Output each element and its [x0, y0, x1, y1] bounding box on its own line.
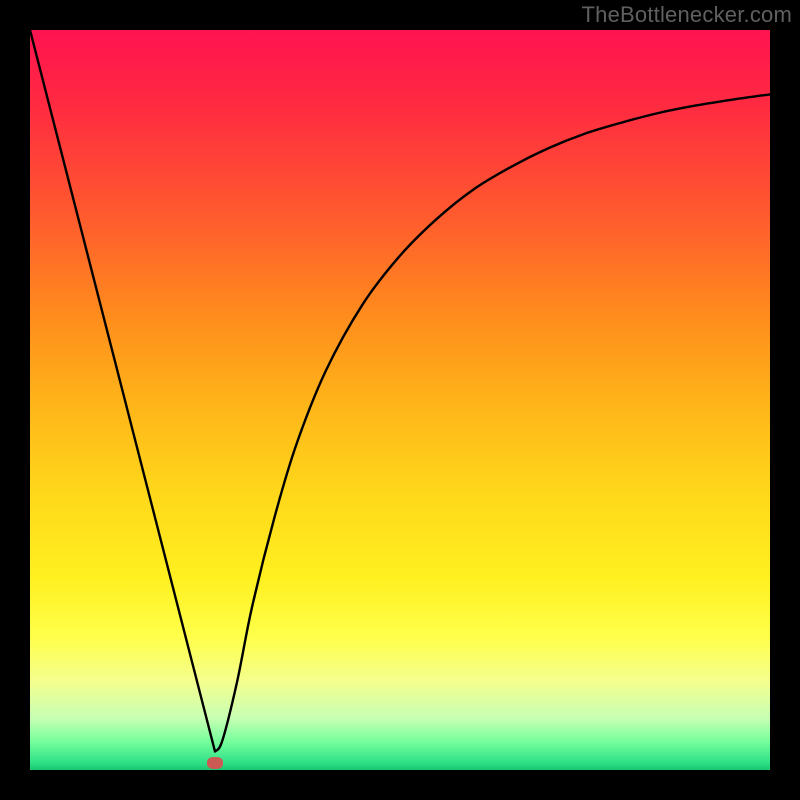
plot-area [30, 30, 770, 770]
minimum-marker [207, 757, 223, 769]
chart-frame: TheBottlenecker.com [0, 0, 800, 800]
attribution-text: TheBottlenecker.com [582, 2, 792, 28]
bottleneck-curve [30, 30, 770, 770]
